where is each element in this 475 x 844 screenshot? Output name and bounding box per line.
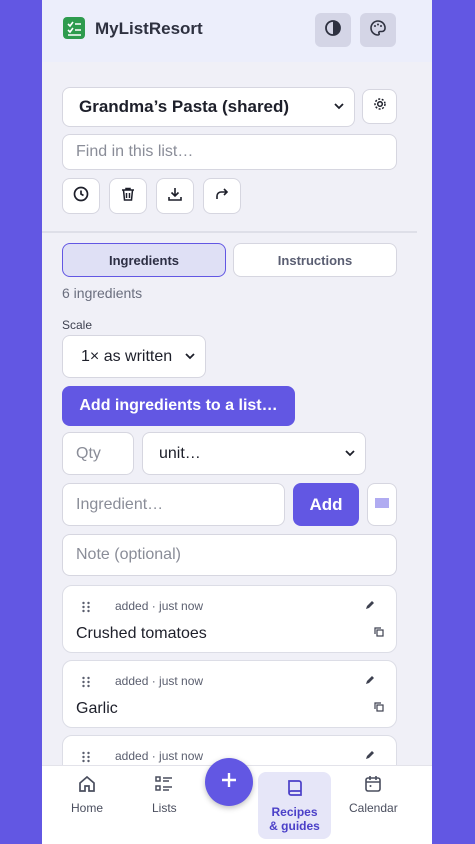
tab-instructions[interactable]: Instructions — [233, 243, 397, 277]
item-meta: added · just now — [115, 599, 204, 613]
chevron-down-icon — [185, 348, 195, 366]
list-item[interactable]: added · just now Garlic — [62, 660, 397, 728]
app-panel: MyListResort Grandma’s Pasta (shared) Fi… — [42, 0, 432, 844]
qty-input[interactable]: Qty — [62, 432, 134, 475]
theme-toggle-button[interactable] — [315, 13, 351, 47]
home-icon — [77, 774, 97, 801]
nav-recipes-label: Recipes & guides — [269, 805, 320, 833]
book-icon — [285, 778, 305, 805]
add-to-list-button[interactable]: Add ingredients to a list… — [62, 386, 295, 426]
trash-icon — [120, 186, 136, 207]
share-button[interactable] — [203, 178, 241, 214]
list-settings-button[interactable] — [362, 89, 397, 124]
barcode-icon — [375, 496, 389, 514]
item-name: Garlic — [76, 700, 118, 717]
qty-placeholder: Qty — [76, 444, 101, 462]
plus-icon — [219, 770, 239, 795]
note-placeholder: Note (optional) — [76, 546, 181, 563]
edit-icon[interactable] — [364, 673, 376, 691]
scale-select[interactable]: 1× as written — [62, 335, 206, 378]
download-icon — [167, 186, 183, 207]
chevron-down-icon — [345, 445, 355, 463]
history-button[interactable] — [62, 178, 100, 214]
nav-home-label: Home — [71, 801, 104, 815]
ingredient-input[interactable]: Ingredient… — [62, 483, 285, 526]
edit-icon[interactable] — [364, 748, 376, 766]
item-meta: added · just now — [115, 749, 204, 763]
list-select[interactable]: Grandma’s Pasta (shared) — [62, 87, 355, 127]
checklist-logo-icon — [63, 17, 85, 39]
search-placeholder: Find in this list… — [76, 143, 194, 160]
ingredient-count: 6 ingredients — [62, 285, 143, 301]
app-header: MyListResort — [42, 0, 432, 62]
calendar-icon — [363, 774, 383, 801]
nav-home[interactable]: Home — [71, 774, 103, 815]
palette-icon — [369, 19, 387, 42]
copy-icon[interactable] — [374, 699, 384, 717]
nav-calendar-label: Calendar — [349, 801, 398, 815]
item-meta: added · just now — [115, 674, 204, 688]
section-divider — [42, 231, 417, 233]
chevron-down-icon — [334, 98, 344, 116]
unit-value: unit… — [159, 444, 201, 462]
add-fab-button[interactable] — [205, 758, 253, 806]
note-input[interactable]: Note (optional) — [62, 534, 397, 576]
edit-icon[interactable] — [364, 598, 376, 616]
delete-button[interactable] — [109, 178, 147, 214]
list-icon — [154, 774, 174, 801]
nav-calendar[interactable]: Calendar — [349, 774, 398, 815]
palette-button[interactable] — [360, 13, 396, 47]
nav-lists[interactable]: Lists — [152, 774, 177, 815]
item-name: Crushed tomatoes — [76, 625, 207, 642]
scale-label: Scale — [62, 318, 93, 332]
unit-select[interactable]: unit… — [142, 432, 366, 475]
scale-value: 1× as written — [81, 347, 173, 365]
contrast-icon — [324, 19, 342, 42]
nav-recipes[interactable]: Recipes & guides — [258, 772, 331, 839]
list-select-value: Grandma’s Pasta (shared) — [79, 97, 290, 116]
search-input[interactable]: Find in this list… — [62, 134, 397, 170]
drag-handle-icon[interactable] — [81, 600, 91, 618]
nav-lists-label: Lists — [152, 801, 177, 815]
history-icon — [73, 186, 89, 207]
share-icon — [214, 186, 230, 207]
settings-icon — [373, 97, 387, 116]
barcode-scan-button[interactable] — [367, 483, 397, 526]
tab-ingredients[interactable]: Ingredients — [62, 243, 226, 277]
add-button[interactable]: Add — [293, 483, 359, 526]
drag-handle-icon[interactable] — [81, 675, 91, 693]
ingredient-placeholder: Ingredient… — [76, 495, 164, 513]
list-item[interactable]: added · just now Crushed tomatoes — [62, 585, 397, 653]
download-button[interactable] — [156, 178, 194, 214]
brand-title: MyListResort — [95, 19, 203, 38]
copy-icon[interactable] — [374, 624, 384, 642]
